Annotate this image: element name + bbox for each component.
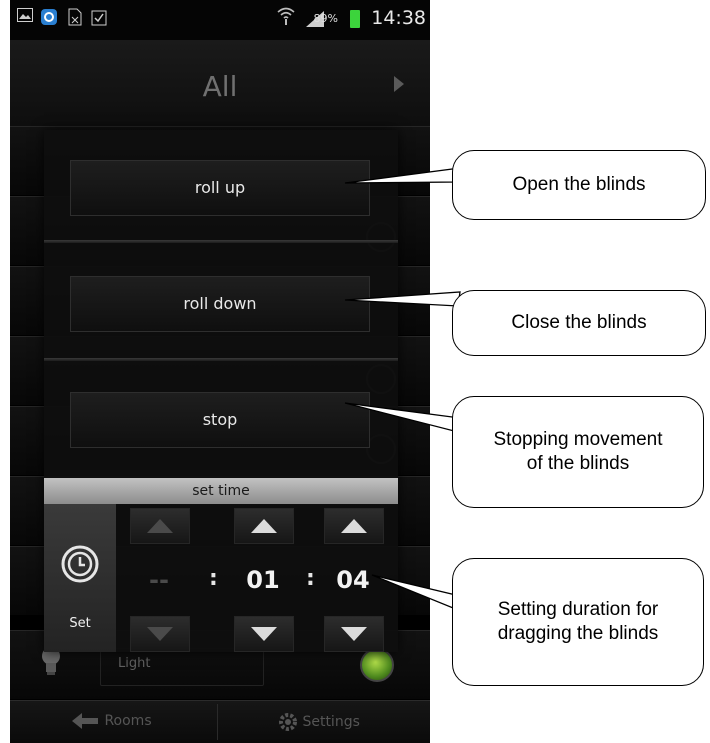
callout-pointer — [371, 574, 461, 611]
callout-open: Open the blinds — [452, 150, 706, 220]
callout-pointer — [344, 402, 461, 433]
callout-close: Close the blinds — [452, 290, 706, 356]
callout-duration: Setting duration for dragging the blinds — [452, 558, 704, 686]
callout-pointer — [344, 291, 461, 307]
callout-stop: Stopping movement of the blinds — [452, 396, 704, 508]
callout-pointer — [344, 167, 461, 184]
